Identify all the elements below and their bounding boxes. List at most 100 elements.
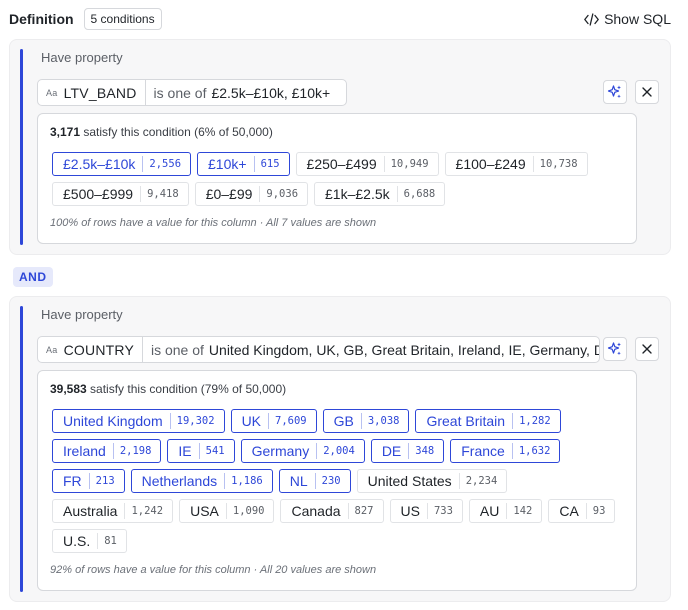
- operator-label: is one of: [153, 84, 207, 101]
- value-chip-count: 1,242: [124, 503, 163, 519]
- value-distribution-panel: 3,171 satisfy this condition (6% of 50,0…: [37, 113, 637, 244]
- value-chip[interactable]: FR 213: [52, 469, 125, 493]
- ai-suggest-button[interactable]: [603, 80, 627, 104]
- condition-card-country: Have property Aa COUNTRY is one of Unite…: [9, 296, 671, 602]
- coverage-footnote: 92% of rows have a value for this column…: [50, 564, 377, 576]
- value-chip-count: 93: [585, 503, 605, 519]
- value-chip[interactable]: CA 93: [548, 499, 616, 523]
- property-name: LTV_BAND: [63, 84, 137, 101]
- value-chip[interactable]: DE 348: [370, 439, 445, 463]
- satisfy-text: satisfy this condition (6% of 50,000): [83, 125, 273, 139]
- value-chip-count: 10,949: [383, 156, 429, 172]
- value-chip[interactable]: US 733: [389, 499, 463, 523]
- condition-rail: [20, 306, 23, 592]
- property-filter-field[interactable]: Aa LTV_BAND is one of £2.5k–£10k, £10k+: [37, 79, 347, 106]
- property-selector[interactable]: Aa LTV_BAND: [38, 80, 146, 105]
- value-chip-label: £0–£99: [205, 186, 253, 202]
- satisfy-summary: 39,583 satisfy this condition (79% of 50…: [50, 382, 286, 396]
- value-chip[interactable]: £2.5k–£10k 2,556: [52, 152, 192, 176]
- value-chip[interactable]: £0–£99 9,036: [194, 182, 309, 206]
- value-chip[interactable]: USA 1,090: [179, 499, 275, 523]
- value-chip-count: 9,418: [140, 186, 179, 202]
- value-chip-count: 615: [253, 156, 280, 172]
- operator-values[interactable]: is one of £2.5k–£10k, £10k+: [146, 80, 339, 105]
- value-chip[interactable]: Ireland 2,198: [52, 439, 162, 463]
- text-type-icon: Aa: [46, 87, 58, 98]
- value-chip-count: 1,090: [225, 503, 264, 519]
- value-chip-label: USA: [190, 503, 219, 519]
- property-name: COUNTRY: [63, 341, 134, 358]
- value-chip-count: 230: [314, 473, 341, 489]
- value-chip[interactable]: Germany 2,004: [240, 439, 365, 463]
- value-chip-label: Great Britain: [426, 413, 506, 429]
- value-chips: United Kingdom 19,302 UK 7,609 GB 3,038 Great …: [52, 409, 628, 553]
- value-chips: £2.5k–£10k 2,556 £10k+ 615 £250–£499 10,949 £1…: [52, 152, 628, 206]
- value-chip[interactable]: U.S. 81: [52, 529, 127, 553]
- value-chip-label: Australia: [63, 503, 118, 519]
- have-property-label: Have property: [41, 307, 123, 322]
- value-chip[interactable]: £1k–£2.5k 6,688: [314, 182, 446, 206]
- operator-values[interactable]: is one of United Kingdom, UK, GB, Great …: [143, 337, 599, 362]
- value-chip[interactable]: NL 230: [278, 469, 351, 493]
- value-chip[interactable]: Australia 1,242: [52, 499, 174, 523]
- coverage-footnote: 100% of rows have a value for this colum…: [50, 217, 377, 229]
- remove-condition-button[interactable]: [635, 337, 659, 361]
- value-chip-label: GB: [333, 413, 354, 429]
- value-chip[interactable]: France 1,632: [450, 439, 561, 463]
- value-chip[interactable]: £250–£499 10,949: [295, 152, 439, 176]
- value-chip-count: 81: [97, 533, 117, 549]
- value-chip-label: Germany: [251, 443, 310, 459]
- value-chip-label: £10k+: [208, 156, 247, 172]
- value-chip[interactable]: AU 142: [468, 499, 543, 523]
- value-chip[interactable]: United Kingdom 19,302: [52, 409, 225, 433]
- show-sql-button[interactable]: Show SQL: [584, 11, 671, 27]
- value-chip-count: 213: [88, 473, 115, 489]
- property-selector[interactable]: Aa COUNTRY: [38, 337, 143, 362]
- close-icon: [642, 87, 652, 97]
- value-chip-count: 1,632: [511, 443, 550, 459]
- value-chip-count: 1,186: [224, 473, 263, 489]
- value-chip-count: 6,688: [396, 186, 435, 202]
- value-chip[interactable]: Great Britain 1,282: [415, 409, 561, 433]
- satisfy-summary: 3,171 satisfy this condition (6% of 50,0…: [50, 125, 273, 139]
- sparkle-icon: [607, 342, 621, 356]
- value-chip-label: £1k–£2.5k: [325, 186, 390, 202]
- definition-title: Definition: [9, 11, 74, 27]
- value-chip-label: Netherlands: [141, 473, 218, 489]
- value-chip[interactable]: £500–£999 9,418: [52, 182, 189, 206]
- and-connector[interactable]: AND: [13, 267, 53, 287]
- selected-values-text: £2.5k–£10k, £10k+: [211, 84, 331, 101]
- value-chip-label: France: [461, 443, 505, 459]
- value-chip[interactable]: Canada 827: [280, 499, 384, 523]
- show-sql-label: Show SQL: [604, 11, 671, 27]
- value-chip-label: CA: [559, 503, 579, 519]
- value-chip-count: 733: [426, 503, 453, 519]
- condition-card-ltv-band: Have property Aa LTV_BAND is one of £2.5…: [9, 39, 671, 255]
- code-icon: [584, 12, 599, 26]
- value-chip[interactable]: £10k+ 615: [197, 152, 290, 176]
- value-chip[interactable]: GB 3,038: [322, 409, 410, 433]
- value-chip[interactable]: Netherlands 1,186: [130, 469, 273, 493]
- ai-suggest-button[interactable]: [603, 337, 627, 361]
- remove-condition-button[interactable]: [635, 80, 659, 104]
- value-chip[interactable]: United States 2,234: [356, 469, 508, 493]
- text-type-icon: Aa: [46, 344, 58, 355]
- value-chip-label: £500–£999: [63, 186, 134, 202]
- value-chip-label: IE: [178, 443, 192, 459]
- conditions-count-badge: 5 conditions: [83, 8, 162, 30]
- value-chip[interactable]: IE 541: [167, 439, 235, 463]
- sparkle-icon: [607, 85, 621, 99]
- value-chip[interactable]: UK 7,609: [230, 409, 317, 433]
- value-chip[interactable]: £100–£249 10,738: [444, 152, 588, 176]
- value-chip-label: DE: [381, 443, 402, 459]
- value-chip-count: 2,556: [142, 156, 181, 172]
- value-chip-count: 2,004: [316, 443, 355, 459]
- value-chip-label: Ireland: [63, 443, 106, 459]
- value-chip-count: 9,036: [259, 186, 298, 202]
- property-filter-field[interactable]: Aa COUNTRY is one of United Kingdom, UK,…: [37, 336, 600, 363]
- value-chip-label: AU: [479, 503, 500, 519]
- value-chip-label: Canada: [291, 503, 341, 519]
- value-chip-label: £2.5k–£10k: [63, 156, 136, 172]
- satisfy-text: satisfy this condition (79% of 50,000): [90, 382, 287, 396]
- value-chip-label: United States: [367, 473, 452, 489]
